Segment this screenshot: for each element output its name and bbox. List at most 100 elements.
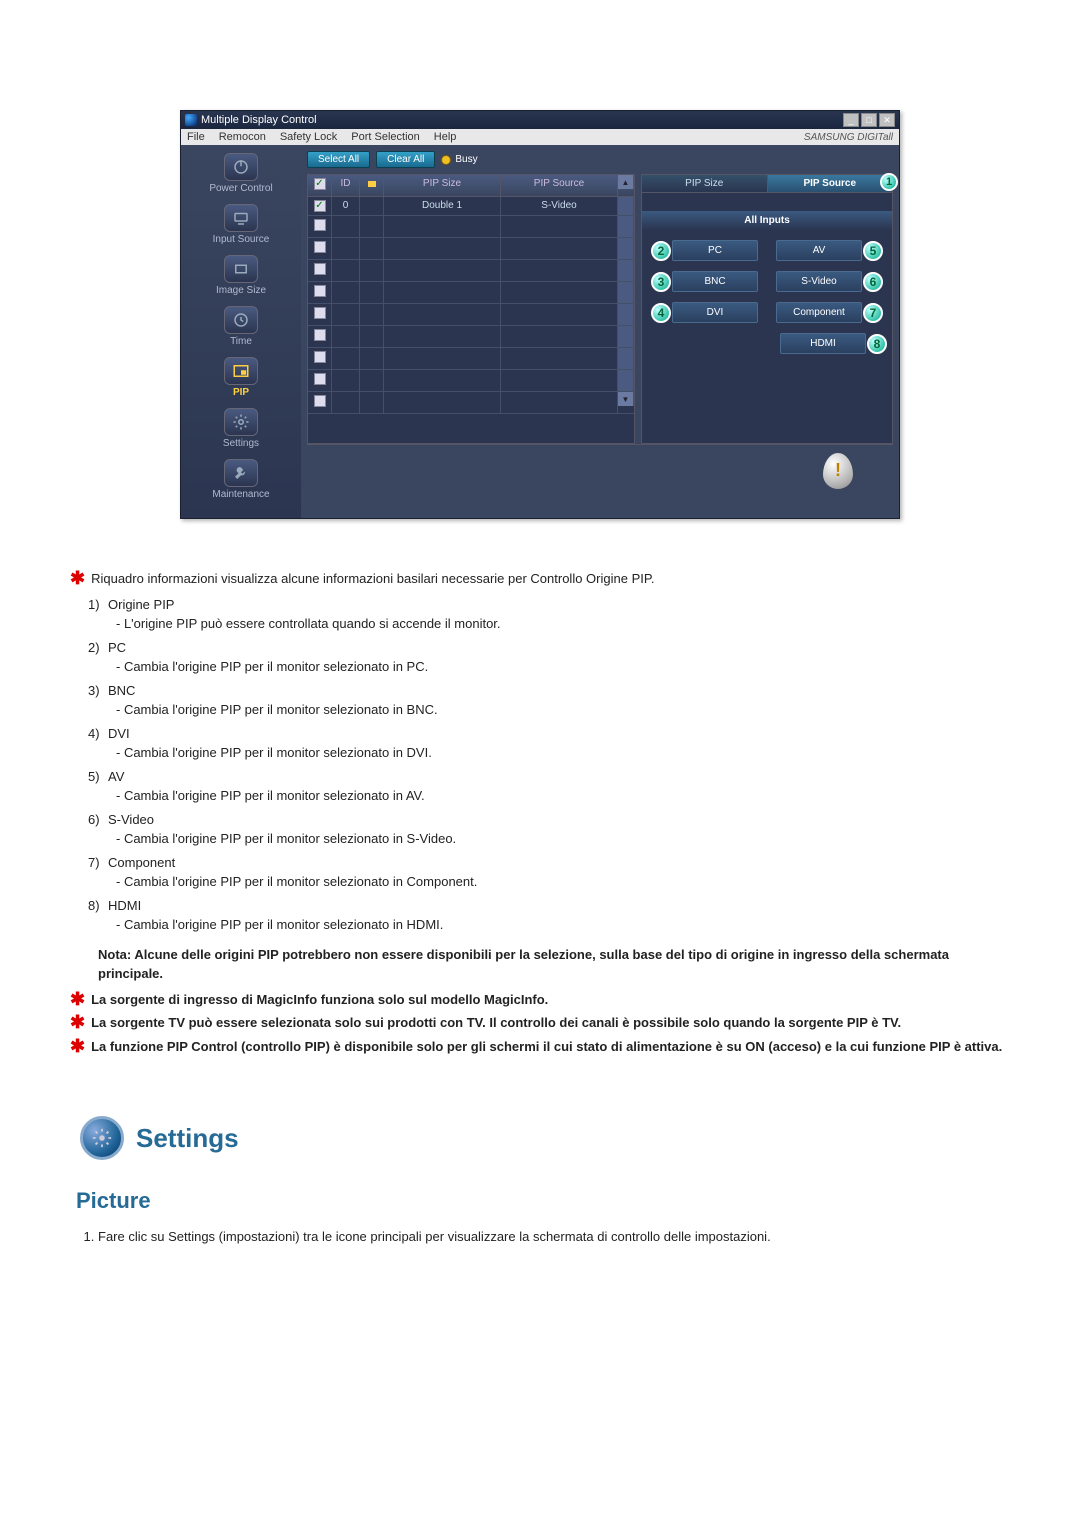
table-row[interactable]	[308, 326, 634, 348]
minimize-button[interactable]: _	[843, 113, 859, 127]
input-component-button[interactable]: Component 7	[776, 302, 862, 323]
row-checkbox[interactable]	[314, 307, 326, 319]
input-label: DVI	[707, 307, 724, 318]
table-row[interactable]	[308, 282, 634, 304]
sidebar: Power Control Input Source Image Size Ti…	[181, 145, 301, 518]
select-all-button[interactable]: Select All	[307, 151, 370, 168]
window-title: Multiple Display Control	[201, 114, 317, 126]
row-checkbox[interactable]	[314, 395, 326, 407]
input-label: HDMI	[810, 338, 836, 349]
sidebar-label: Time	[230, 336, 252, 347]
menu-port-selection[interactable]: Port Selection	[351, 131, 419, 143]
row-checkbox[interactable]	[314, 219, 326, 231]
row-checkbox[interactable]	[314, 200, 326, 212]
input-label: S-Video	[801, 276, 836, 287]
star-icon: ✱	[70, 1037, 85, 1055]
input-icon	[224, 204, 258, 232]
menu-safety-lock[interactable]: Safety Lock	[280, 131, 337, 143]
scroll-down-button[interactable]: ▼	[618, 392, 634, 406]
footer-bar: !	[307, 444, 893, 496]
input-label: Component	[793, 307, 845, 318]
tab-pip-source-label: PIP Source	[803, 178, 856, 189]
menu-file[interactable]: File	[187, 131, 205, 143]
sidebar-label: Power Control	[209, 183, 272, 194]
input-av-button[interactable]: AV 5	[776, 240, 862, 261]
settings-icon	[224, 408, 258, 436]
row-pip-size: Double 1	[384, 197, 501, 215]
image-size-icon	[224, 255, 258, 283]
pip-icon	[224, 357, 258, 385]
settings-section-icon	[80, 1116, 124, 1160]
row-id: 0	[332, 197, 360, 215]
sidebar-item-power-control[interactable]: Power Control	[185, 153, 297, 194]
row-checkbox[interactable]	[314, 285, 326, 297]
menu-help[interactable]: Help	[434, 131, 457, 143]
callout-badge-4: 4	[651, 303, 671, 323]
close-button[interactable]: ✕	[879, 113, 895, 127]
sidebar-item-time[interactable]: Time	[185, 306, 297, 347]
callout-badge-5: 5	[863, 241, 883, 261]
callout-badge-6: 6	[863, 272, 883, 292]
list-item: 1)Origine PIP- L'origine PIP può essere …	[88, 595, 1010, 634]
clear-all-button[interactable]: Clear All	[376, 151, 435, 168]
busy-dot-icon	[441, 155, 451, 165]
input-pc-button[interactable]: 2 PC	[672, 240, 758, 261]
sidebar-item-maintenance[interactable]: Maintenance	[185, 459, 297, 500]
callout-badge-2: 2	[651, 241, 671, 261]
sidebar-label: Input Source	[213, 234, 270, 245]
doc-star3: La sorgente TV può essere selezionata so…	[91, 1013, 901, 1033]
sidebar-item-image-size[interactable]: Image Size	[185, 255, 297, 296]
input-svideo-button[interactable]: S-Video 6	[776, 271, 862, 292]
all-inputs-header: All Inputs	[642, 211, 892, 230]
header-pip-size[interactable]: PIP Size	[384, 175, 501, 196]
row-checkbox[interactable]	[314, 241, 326, 253]
tab-pip-source[interactable]: PIP Source 1	[768, 175, 893, 192]
instruction-list: Fare clic su Settings (impostazioni) tra…	[98, 1227, 1010, 1247]
pip-source-panel: PIP Size PIP Source 1 All Inputs 2 PC	[641, 174, 893, 444]
star-icon: ✱	[70, 990, 85, 1008]
row-checkbox[interactable]	[314, 329, 326, 341]
input-label: BNC	[704, 276, 725, 287]
busy-indicator: Busy	[441, 154, 477, 165]
doc-star4: La funzione PIP Control (controllo PIP) …	[91, 1037, 1002, 1057]
picture-title: Picture	[76, 1184, 1010, 1217]
row-pip-source: S-Video	[501, 197, 618, 215]
doc-note: Nota: Alcune delle origini PIP potrebber…	[98, 945, 1010, 984]
table-row[interactable]: ▼	[308, 392, 634, 414]
display-grid: ID PIP Size PIP Source ▲ 0 Double 1 S-Vi…	[307, 174, 635, 444]
alert-icon[interactable]: !	[823, 453, 853, 489]
list-item: 4)DVI- Cambia l'origine PIP per il monit…	[88, 724, 1010, 763]
list-item: 2)PC- Cambia l'origine PIP per il monito…	[88, 638, 1010, 677]
header-pip-source[interactable]: PIP Source	[501, 175, 618, 196]
header-checkbox[interactable]	[308, 175, 332, 196]
sidebar-label: Maintenance	[212, 489, 269, 500]
input-hdmi-button[interactable]: HDMI 8	[780, 333, 866, 354]
scroll-up-button[interactable]: ▲	[618, 175, 634, 189]
sidebar-label: Settings	[223, 438, 259, 449]
table-row[interactable]	[308, 304, 634, 326]
table-row[interactable]	[308, 348, 634, 370]
callout-badge-8: 8	[867, 334, 887, 354]
input-bnc-button[interactable]: 3 BNC	[672, 271, 758, 292]
scroll-track[interactable]	[618, 197, 634, 215]
sidebar-item-settings[interactable]: Settings	[185, 408, 297, 449]
sidebar-item-pip[interactable]: PIP	[185, 357, 297, 398]
maximize-button[interactable]: □	[861, 113, 877, 127]
row-checkbox[interactable]	[314, 351, 326, 363]
row-checkbox[interactable]	[314, 373, 326, 385]
row-checkbox[interactable]	[314, 263, 326, 275]
input-dvi-button[interactable]: 4 DVI	[672, 302, 758, 323]
table-row[interactable]	[308, 238, 634, 260]
menu-remocon[interactable]: Remocon	[219, 131, 266, 143]
callout-badge-3: 3	[651, 272, 671, 292]
table-row[interactable]	[308, 260, 634, 282]
settings-section-header: Settings	[80, 1116, 1010, 1160]
table-row[interactable]: 0 Double 1 S-Video	[308, 197, 634, 216]
sidebar-item-input-source[interactable]: Input Source	[185, 204, 297, 245]
table-row[interactable]	[308, 216, 634, 238]
table-row[interactable]	[308, 370, 634, 392]
time-icon	[224, 306, 258, 334]
header-id[interactable]: ID	[332, 175, 360, 196]
settings-title: Settings	[136, 1119, 239, 1158]
tab-pip-size[interactable]: PIP Size	[642, 175, 768, 192]
